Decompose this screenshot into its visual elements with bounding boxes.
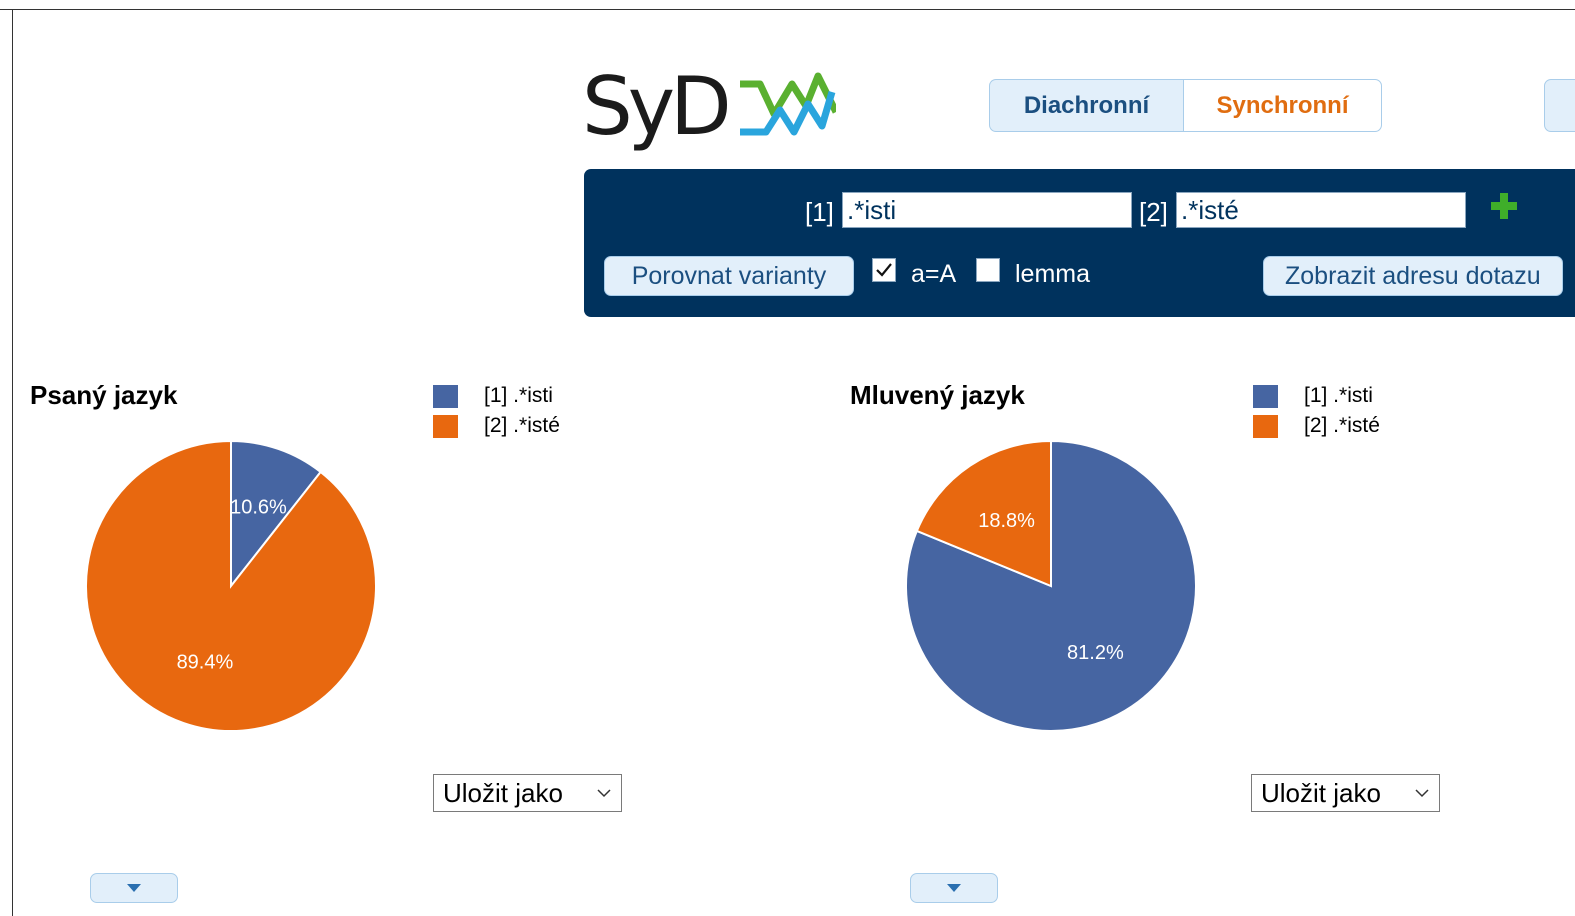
tab-cut-off[interactable] bbox=[1544, 79, 1575, 132]
logo-text: SyD bbox=[582, 60, 732, 153]
chevron-down-icon bbox=[1415, 788, 1429, 797]
legend-label: [1] .*isti bbox=[484, 384, 553, 407]
sydix-logo: SyD bbox=[582, 62, 842, 162]
save-as-select-written[interactable]: Uložit jako bbox=[433, 774, 622, 812]
legend-label: [2] .*isté bbox=[1304, 414, 1380, 437]
case-insensitive-label: a=A bbox=[911, 260, 957, 288]
tab-diachronic[interactable]: Diachronní bbox=[989, 79, 1183, 132]
pie-chart-spoken: 81.2% 18.8% bbox=[905, 439, 1197, 732]
window-border-left bbox=[12, 9, 13, 916]
pie-data-label: 10.6% bbox=[230, 497, 287, 519]
chart-title-spoken: Mluvený jazyk bbox=[850, 380, 1025, 410]
chevron-down-icon bbox=[597, 788, 611, 797]
save-as-label: Uložit jako bbox=[1261, 777, 1381, 808]
add-variant-icon[interactable] bbox=[1488, 190, 1520, 222]
legend-swatch-series-1 bbox=[1253, 384, 1278, 408]
save-as-label: Uložit jako bbox=[443, 777, 563, 808]
legend-swatch-series-2 bbox=[1253, 414, 1278, 438]
pie-data-label: 18.8% bbox=[978, 510, 1035, 532]
legend-spoken: [1] .*isti [2] .*isté bbox=[1253, 381, 1380, 441]
variant-2-input[interactable]: .*isté bbox=[1176, 192, 1466, 228]
expand-written-button[interactable] bbox=[90, 873, 178, 903]
legend-item: [2] .*isté bbox=[1253, 411, 1380, 441]
save-as-select-spoken[interactable]: Uložit jako bbox=[1251, 774, 1440, 812]
legend-item: [1] .*isti bbox=[1253, 381, 1380, 411]
caret-down-icon bbox=[127, 884, 141, 892]
mode-tabs: Diachronní Synchronní bbox=[989, 79, 1382, 132]
case-insensitive-checkbox[interactable] bbox=[872, 258, 896, 282]
legend-written: [1] .*isti [2] .*isté bbox=[433, 381, 560, 441]
pie-slice bbox=[85, 439, 377, 732]
caret-down-icon bbox=[947, 884, 961, 892]
show-query-url-button[interactable]: Zobrazit adresu dotazu bbox=[1263, 256, 1563, 296]
chart-title-written: Psaný jazyk bbox=[30, 380, 178, 410]
expand-spoken-button[interactable] bbox=[910, 873, 998, 903]
variant-1-input[interactable]: .*isti bbox=[842, 192, 1132, 228]
legend-swatch-series-1 bbox=[433, 384, 458, 408]
legend-swatch-series-2 bbox=[433, 414, 458, 438]
legend-label: [1] .*isti bbox=[1304, 384, 1373, 407]
window-border-top bbox=[0, 9, 1575, 10]
logo-mark-icon bbox=[740, 72, 836, 136]
lemma-label: lemma bbox=[1015, 260, 1091, 288]
variant-2-label: [2] bbox=[1139, 197, 1168, 227]
pie-data-label: 81.2% bbox=[1067, 642, 1124, 664]
query-panel: [1] .*isti [2] .*isté Porovnat varianty … bbox=[584, 169, 1575, 317]
legend-item: [2] .*isté bbox=[433, 411, 560, 441]
legend-label: [2] .*isté bbox=[484, 414, 560, 437]
pie-chart-written: 10.6% 89.4% bbox=[85, 439, 377, 732]
legend-item: [1] .*isti bbox=[433, 381, 560, 411]
compare-variants-button[interactable]: Porovnat varianty bbox=[604, 256, 854, 296]
variant-1-label: [1] bbox=[805, 197, 834, 227]
lemma-checkbox[interactable] bbox=[976, 258, 1000, 282]
checkmark-icon bbox=[876, 263, 892, 277]
tab-synchronic[interactable]: Synchronní bbox=[1183, 79, 1382, 132]
pie-data-label: 89.4% bbox=[177, 651, 234, 673]
